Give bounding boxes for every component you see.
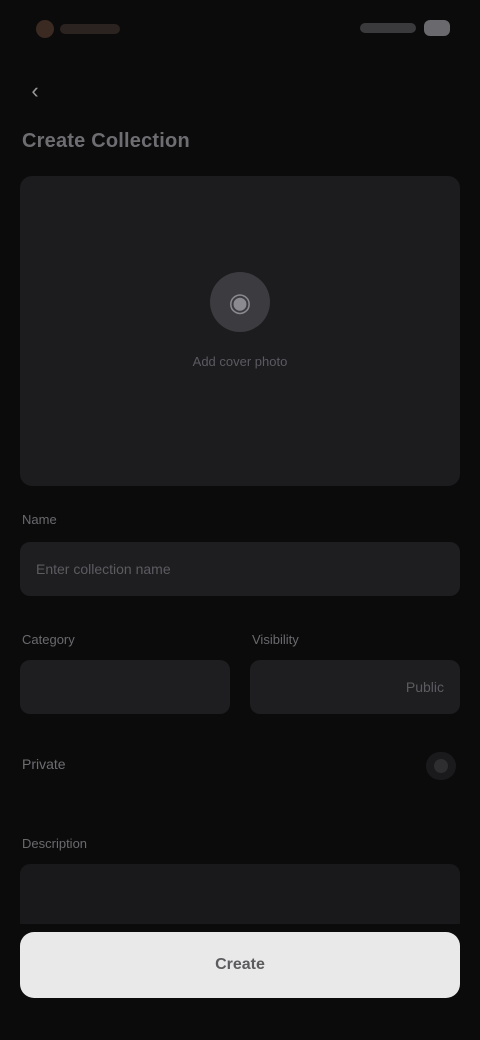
create-button[interactable]: Create [20, 932, 460, 998]
status-icons [360, 20, 450, 36]
battery-icon [424, 20, 450, 36]
chevron-left-icon: ‹ [31, 78, 39, 103]
visibility-label: Visibility [252, 632, 299, 647]
visibility-select[interactable]: Public [250, 660, 460, 714]
category-select[interactable] [20, 660, 230, 714]
category-label: Category [22, 632, 75, 647]
private-toggle-label: Private [22, 756, 66, 772]
status-bar [0, 0, 480, 60]
cover-photo-label: Add cover photo [192, 354, 288, 369]
visibility-value: Public [405, 679, 444, 695]
name-placeholder: Enter collection name [36, 561, 171, 577]
private-toggle[interactable] [426, 752, 456, 780]
camera-icon: ◉ [210, 272, 270, 332]
description-input[interactable] [20, 864, 460, 924]
name-label: Name [22, 512, 57, 527]
page-title: Create Collection [22, 130, 190, 152]
app-name-placeholder [60, 24, 120, 34]
toggle-knob [434, 759, 448, 773]
app-logo [36, 20, 54, 38]
cover-photo-upload[interactable]: ◉ Add cover photo [20, 176, 460, 486]
back-button[interactable]: ‹ [22, 80, 48, 102]
description-label: Description [22, 836, 88, 851]
name-input[interactable]: Enter collection name [20, 542, 460, 596]
signal-icon [360, 23, 416, 33]
